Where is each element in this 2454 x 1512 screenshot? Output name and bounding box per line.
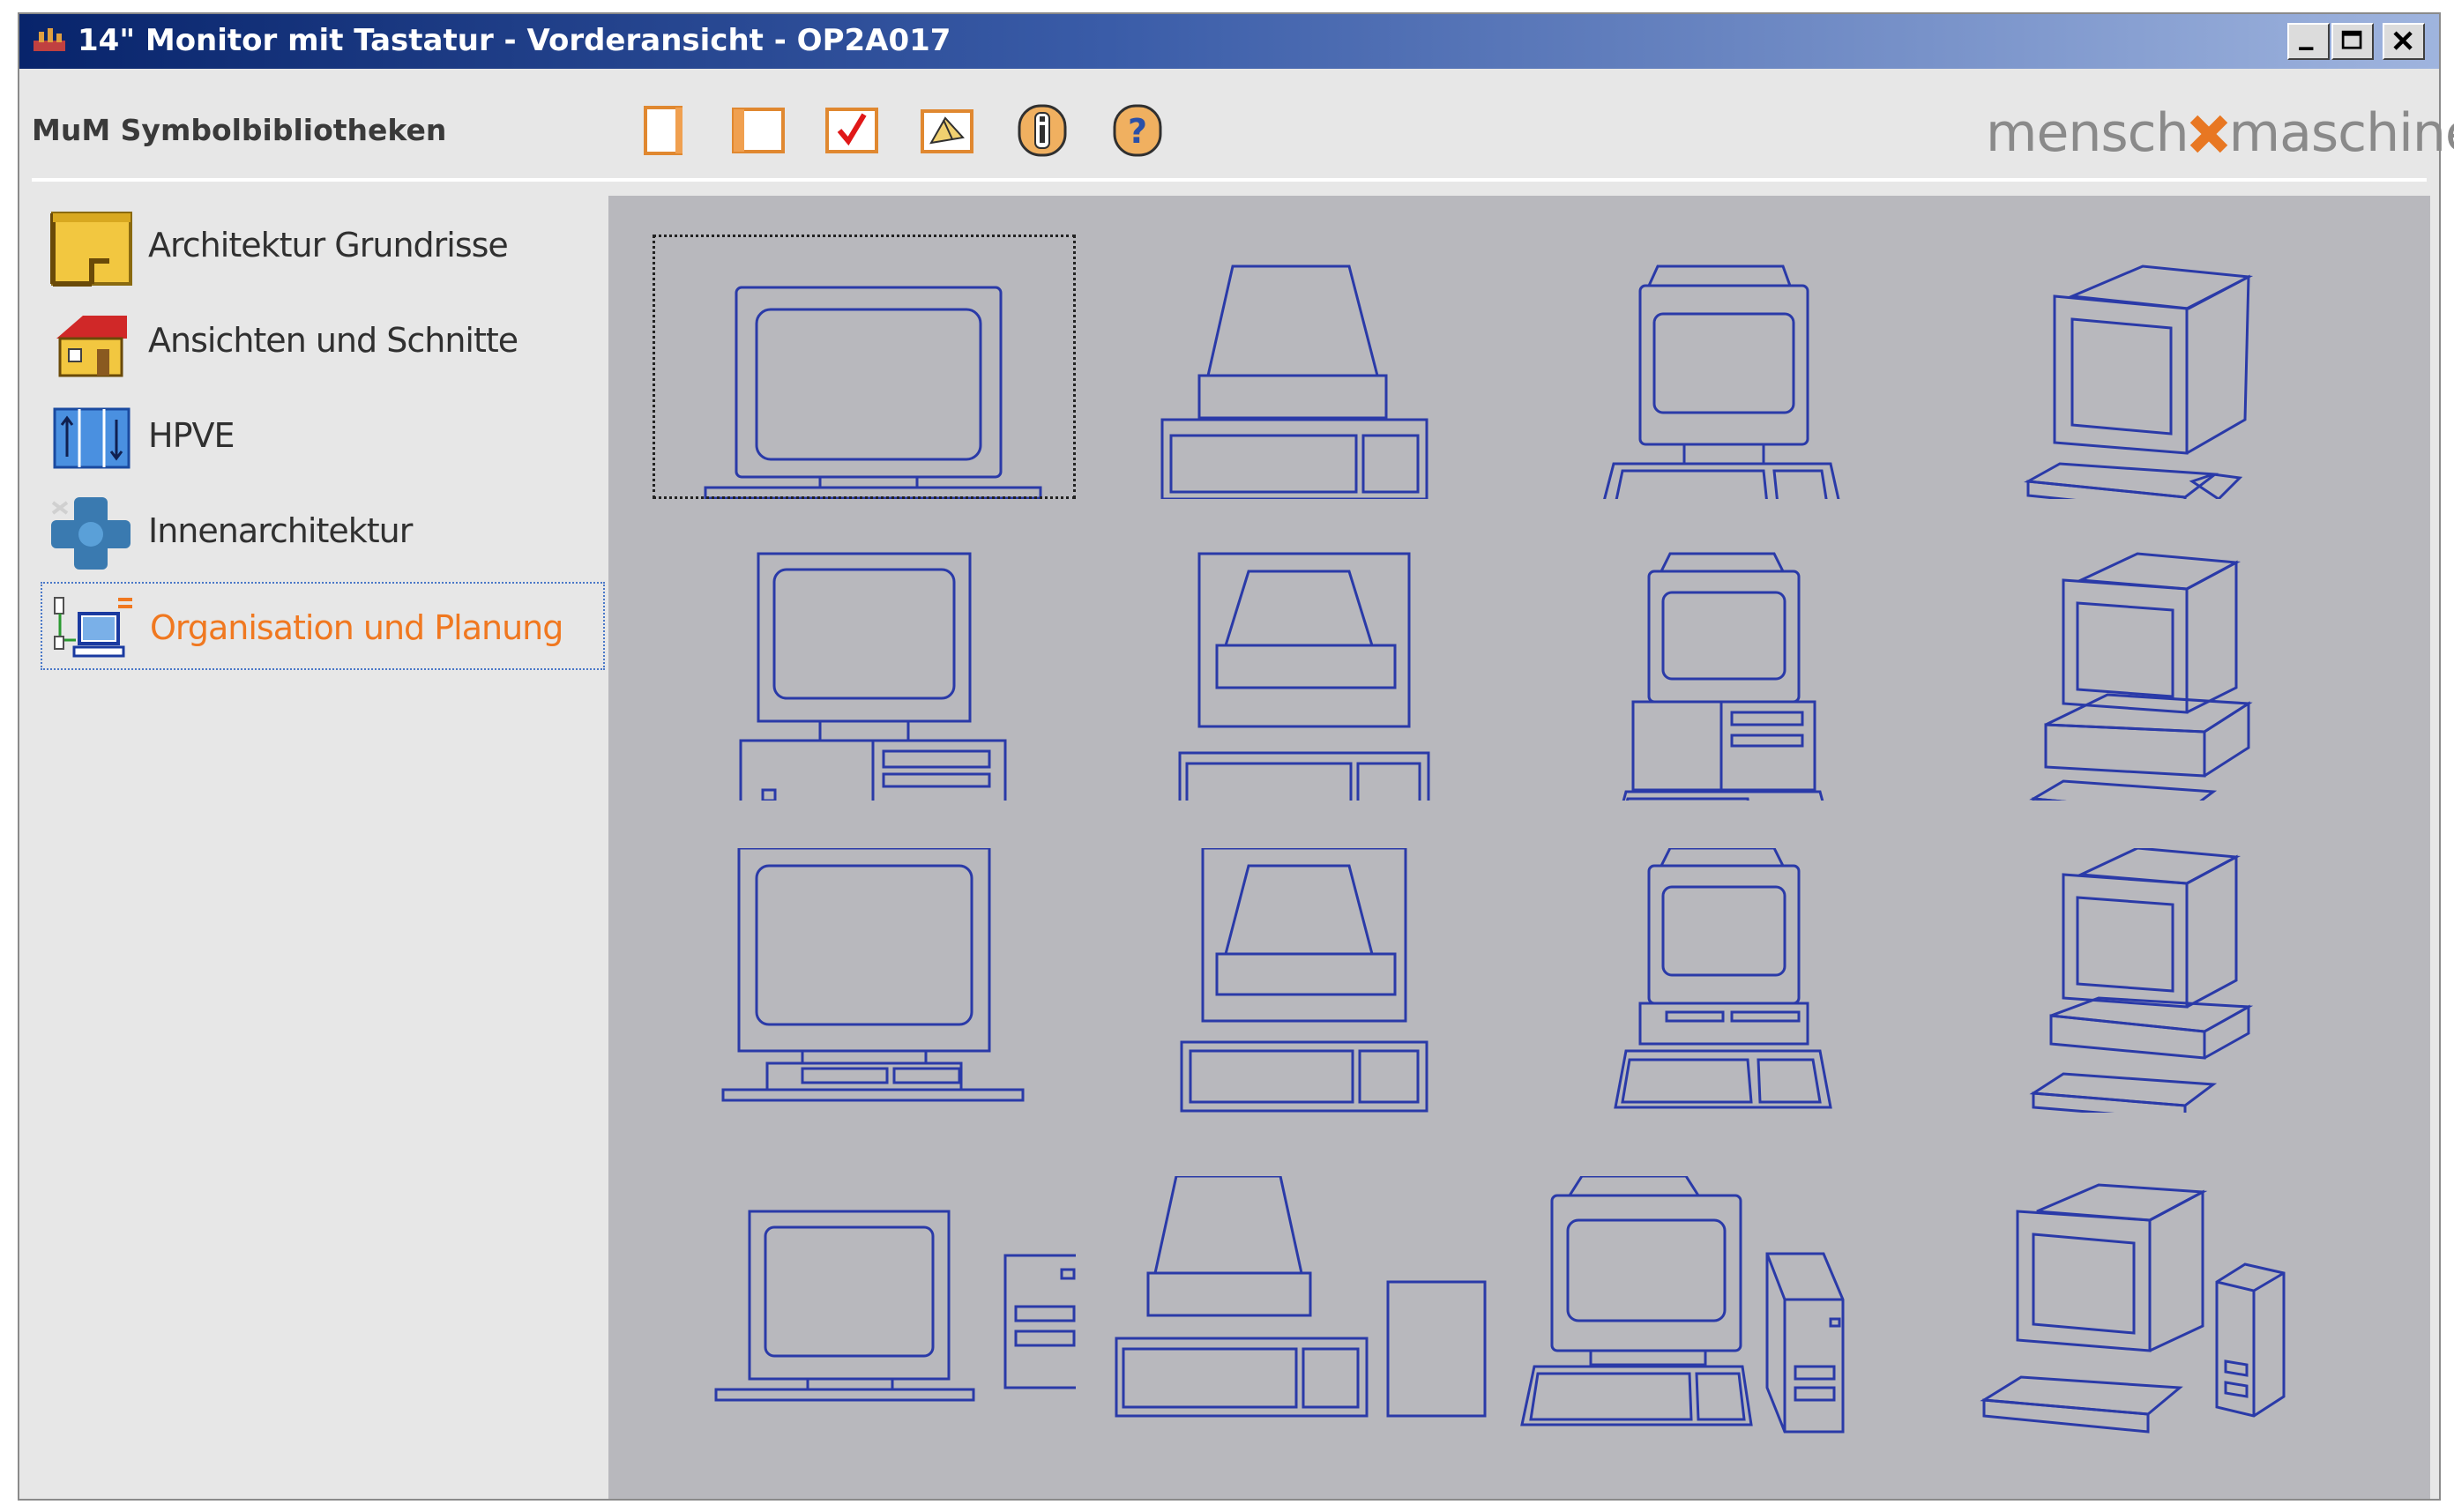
open-book-icon (732, 108, 785, 153)
terminal-tower-icon (1115, 1176, 1487, 1418)
pc-tower-symbol[interactable] (653, 1176, 1076, 1441)
close-button[interactable] (2383, 23, 2425, 60)
workstation-tower-icon (1520, 1176, 1845, 1434)
maximize-icon (2341, 30, 2362, 49)
help-button[interactable]: ? (1109, 102, 1166, 159)
sidebar-item-innenarchitektur[interactable]: Innenarchitektur (41, 487, 605, 575)
sidebar-item-ansichten-und-schnitte[interactable]: Ansichten und Schnitte (41, 296, 605, 384)
workstation-2-icon (1614, 848, 1832, 1109)
terminal-cabinet-icon (1178, 552, 1430, 801)
large-monitor-symbol[interactable] (653, 848, 1076, 1113)
sidebar-item-architektur-grundrisse[interactable]: Architektur Grundrisse (41, 201, 605, 289)
workstation-icon (1622, 552, 1824, 801)
new-page-icon (644, 106, 682, 155)
close-icon (2393, 31, 2413, 50)
mensch-maschine-logo: mensch maschine (1986, 102, 2454, 164)
maximize-button[interactable] (2331, 23, 2374, 60)
workstation-tower-iso-icon (1980, 1183, 2286, 1434)
logo-text-right: maschine (2228, 102, 2454, 164)
interior-icon (48, 494, 134, 573)
symbol-grid (608, 196, 2430, 1499)
application-window: 14" Monitor mit Tastatur - Vorderansicht… (18, 12, 2454, 1501)
monitor-keyboard-icon (1603, 264, 1840, 499)
monitor-symbol[interactable] (653, 235, 1076, 499)
large-monitor-icon (721, 848, 1025, 1102)
checkmark-icon (825, 108, 878, 153)
workstation-iso-2-symbol[interactable] (1949, 848, 2372, 1113)
help-icon: ? (1113, 104, 1162, 157)
info-icon (1018, 104, 1067, 157)
insert-symbol-button[interactable] (919, 102, 975, 159)
insert-symbol-icon (921, 109, 973, 153)
title-bar[interactable]: 14" Monitor mit Tastatur - Vorderansicht… (19, 14, 2439, 69)
sidebar-item-label: Innenarchitektur (148, 511, 413, 550)
open-book-button[interactable] (730, 102, 787, 159)
computer-icon (49, 591, 136, 670)
workstation-iso-icon (2029, 552, 2253, 801)
terminal-icon (1160, 264, 1428, 499)
svg-text:?: ? (1128, 112, 1147, 151)
pc-tower-icon (714, 1210, 1076, 1402)
desktop-pc-symbol[interactable] (653, 536, 1076, 801)
window-title: 14" Monitor mit Tastatur - Vorderansicht… (78, 23, 951, 58)
header-divider (32, 178, 2427, 182)
terminal-tower-symbol[interactable] (1085, 1176, 1508, 1441)
category-sidebar: Architektur Grundrisse Ansichten und Sch… (32, 190, 614, 1486)
floorplan-icon (48, 208, 134, 287)
monitor-keyboard-symbol[interactable] (1517, 235, 1940, 499)
workstation-tower-symbol[interactable] (1517, 1176, 1940, 1441)
library-title: MuM Symbolbibliotheken (32, 113, 447, 147)
terminal-cabinet-symbol[interactable] (1085, 536, 1508, 801)
desktop-pc-icon (739, 552, 1007, 801)
info-button[interactable] (1014, 102, 1070, 159)
terminal-cabinet-2-icon (1180, 848, 1428, 1113)
workstation-2-symbol[interactable] (1517, 848, 1940, 1113)
new-page-button[interactable] (637, 102, 693, 159)
minimize-icon (2299, 47, 2314, 50)
sidebar-item-label: Organisation und Planung (150, 608, 563, 647)
logo-x-icon (2189, 106, 2229, 153)
workstation-symbol[interactable] (1517, 536, 1940, 801)
terminal-symbol[interactable] (1085, 235, 1508, 499)
terminal-cabinet-2-symbol[interactable] (1085, 848, 1508, 1113)
sidebar-item-organisation-und-planung[interactable]: Organisation und Planung (41, 582, 605, 670)
app-icon (32, 25, 67, 56)
workstation-tower-iso-symbol[interactable] (1949, 1176, 2372, 1441)
sidebar-item-label: Architektur Grundrisse (148, 226, 509, 264)
house-icon (48, 303, 134, 383)
sidebar-item-label: HPVE (148, 416, 235, 455)
hpve-icon (48, 398, 134, 478)
workstation-iso-symbol[interactable] (1949, 536, 2372, 801)
monitor-keyboard-iso-icon (2024, 264, 2254, 499)
workstation-iso-2-icon (2029, 848, 2254, 1113)
sidebar-item-hpve[interactable]: HPVE (41, 391, 605, 480)
sidebar-item-label: Ansichten und Schnitte (148, 321, 518, 360)
monitor-keyboard-iso-symbol[interactable] (1949, 235, 2372, 499)
logo-text-left: mensch (1986, 102, 2189, 164)
minimize-button[interactable] (2287, 23, 2330, 60)
check-button[interactable] (824, 102, 880, 159)
monitor-icon (704, 286, 1042, 499)
